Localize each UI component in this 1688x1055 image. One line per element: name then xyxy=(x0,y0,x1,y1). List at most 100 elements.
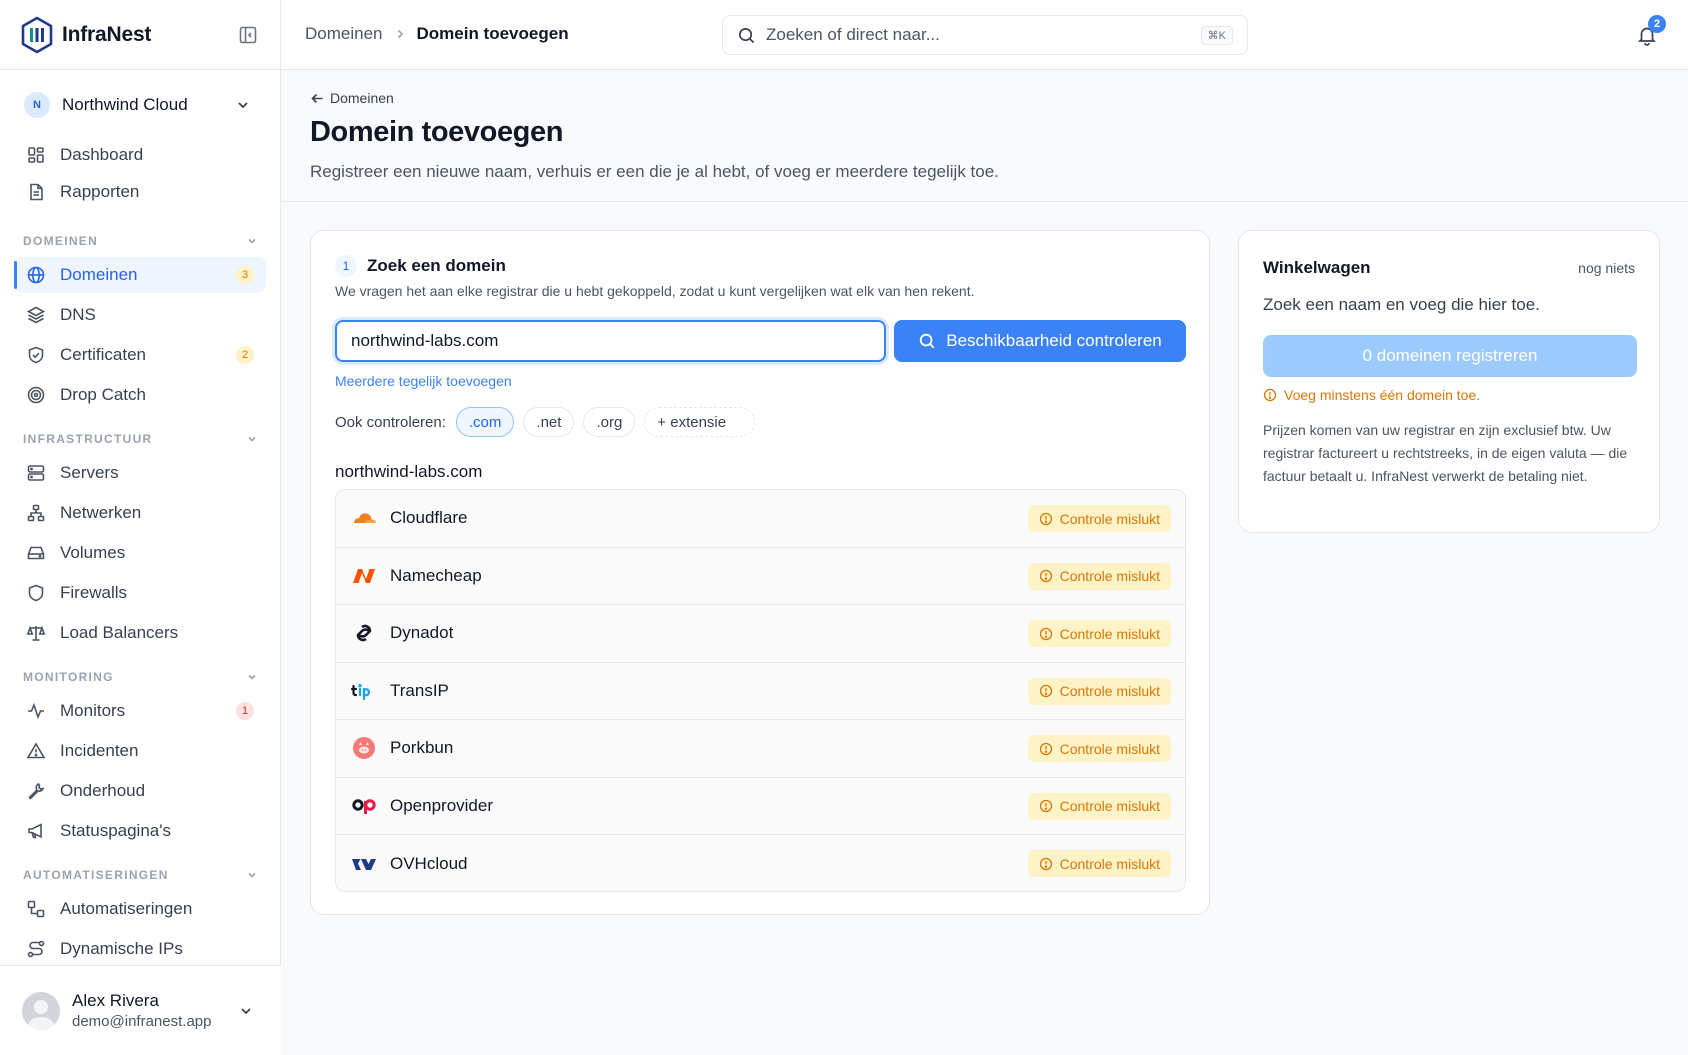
sidebar-collapse-icon[interactable] xyxy=(238,25,258,45)
nav-servers[interactable]: Servers xyxy=(14,455,266,491)
count-badge: 2 xyxy=(236,346,254,364)
nav-certificaten[interactable]: Certificaten 2 xyxy=(14,337,266,373)
shield-check-icon xyxy=(28,346,44,364)
back-link[interactable]: Domeinen xyxy=(310,90,394,106)
check-availability-button[interactable]: Beschikbaarheid controleren xyxy=(894,320,1186,362)
section-monitoring[interactable]: MONITORING xyxy=(23,667,259,687)
dynadot-logo-icon xyxy=(350,619,378,647)
page-title: Domein toevoegen xyxy=(310,116,564,148)
cart-card: Winkelwagen nog niets Zoek een naam en v… xyxy=(1238,230,1660,533)
route-icon xyxy=(27,940,45,958)
register-domains-button[interactable]: 0 domeinen registreren xyxy=(1263,335,1637,377)
nav-dynamische-ips[interactable]: Dynamische IPs xyxy=(14,931,266,967)
user-menu[interactable]: Alex Rivera demo@infranest.app xyxy=(0,965,281,1055)
scale-icon xyxy=(26,625,46,641)
org-switcher[interactable]: N Northwind Cloud xyxy=(0,70,280,140)
step-title: Zoek een domein xyxy=(367,256,506,275)
button-label: Beschikbaarheid controleren xyxy=(946,331,1162,350)
alert-circle-icon xyxy=(1039,627,1052,640)
nav-label: Dynamische IPs xyxy=(60,939,183,958)
section-domeinen[interactable]: DOMEINEN xyxy=(23,231,259,251)
nav-domeinen[interactable]: Domeinen 3 xyxy=(14,257,266,293)
search-input[interactable] xyxy=(766,25,1201,45)
result-domain-title: northwind-labs.com xyxy=(335,462,483,481)
nav-dropcatch[interactable]: Drop Catch xyxy=(14,377,266,413)
nav-monitors[interactable]: Monitors 1 xyxy=(14,693,266,729)
nav-automatiseringen[interactable]: Automatiseringen xyxy=(14,891,266,927)
step-number: 1 xyxy=(335,255,357,277)
nav-label: Volumes xyxy=(60,543,126,562)
nav-onderhoud[interactable]: Onderhoud xyxy=(14,773,266,809)
nav-statuspaginas[interactable]: Statuspagina's xyxy=(14,813,266,849)
registrar-row-namecheap[interactable]: Namecheap Controle mislukt xyxy=(336,548,1185,605)
extension-chip-net[interactable]: .net xyxy=(523,407,575,437)
nav-label: Domeinen xyxy=(60,265,138,284)
chevron-down-icon xyxy=(248,238,256,244)
breadcrumb: Domeinen Domein toevoegen xyxy=(305,24,569,44)
shortcut-hint: ⌘K xyxy=(1200,25,1233,45)
nav-loadbalancers[interactable]: Load Balancers xyxy=(14,615,266,651)
add-multiple-link[interactable]: Meerdere tegelijk toevoegen xyxy=(335,373,512,389)
status-badge: Controle mislukt xyxy=(1027,850,1171,877)
nav-dns[interactable]: DNS xyxy=(14,297,266,333)
avatar xyxy=(22,991,60,1030)
chevron-down-icon xyxy=(248,674,256,680)
page-header: Domeinen Domein toevoegen Registreer een… xyxy=(281,70,1688,202)
registrar-row-dynadot[interactable]: Dynadot Controle mislukt xyxy=(336,605,1185,663)
target-icon xyxy=(27,386,45,404)
chevron-down-icon xyxy=(248,872,256,878)
namecheap-logo-icon xyxy=(350,562,378,590)
alert-circle-icon xyxy=(1039,857,1052,870)
alert-circle-icon xyxy=(1039,569,1052,583)
nav-label: Firewalls xyxy=(60,583,128,602)
global-search[interactable]: ⌘K xyxy=(722,15,1248,55)
nav-netwerken[interactable]: Netwerken xyxy=(14,495,266,531)
registrar-row-ovhcloud[interactable]: OVHcloud Controle mislukt xyxy=(336,835,1185,891)
count-badge: 3 xyxy=(236,266,254,284)
hard-drive-icon xyxy=(27,546,45,560)
nav-dashboard[interactable]: Dashboard xyxy=(14,137,266,173)
count-badge: 1 xyxy=(236,702,254,720)
extension-chip-com[interactable]: .com xyxy=(455,407,515,437)
add-extension-chip[interactable]: + extensie xyxy=(644,407,756,437)
domain-search-card: 1 Zoek een domein We vragen het aan elke… xyxy=(310,230,1210,915)
transip-logo-icon xyxy=(350,677,378,705)
cart-status: nog niets xyxy=(1578,260,1635,276)
chevron-down-icon xyxy=(241,1008,251,1015)
registrar-row-transip[interactable]: TransIP Controle mislukt xyxy=(336,663,1185,720)
nav-firewalls[interactable]: Firewalls xyxy=(14,575,266,611)
breadcrumb-parent[interactable]: Domeinen xyxy=(305,24,383,44)
nav-rapporten[interactable]: Rapporten xyxy=(14,174,266,210)
alert-circle-icon xyxy=(1039,512,1052,525)
org-name: Northwind Cloud xyxy=(62,95,188,114)
section-infrastructuur[interactable]: INFRASTRUCTUUR xyxy=(23,429,259,449)
nav-label: Dashboard xyxy=(60,145,144,164)
chevron-down-icon xyxy=(238,102,248,109)
section-automatiseringen[interactable]: AUTOMATISERINGEN xyxy=(23,865,259,885)
nav-incidenten[interactable]: Incidenten xyxy=(14,733,266,769)
ovhcloud-logo-icon xyxy=(350,850,378,878)
nav-label: Automatiseringen xyxy=(60,899,193,918)
registrar-row-openprovider[interactable]: Openprovider Controle mislukt xyxy=(336,778,1185,835)
brand: InfraNest xyxy=(0,0,280,70)
layers-icon xyxy=(26,306,46,324)
chevron-right-icon xyxy=(397,29,403,39)
extension-chip-org[interactable]: .org xyxy=(583,407,636,437)
nav-label: Drop Catch xyxy=(60,385,146,404)
nav-label: Onderhoud xyxy=(60,781,146,800)
registrar-row-cloudflare[interactable]: Cloudflare Controle mislukt xyxy=(336,490,1185,548)
alert-circle-icon xyxy=(1039,742,1052,755)
org-avatar: N xyxy=(24,92,50,118)
registrar-name: Cloudflare xyxy=(390,508,468,528)
dashboard-icon xyxy=(28,147,44,163)
status-label: Controle mislukt xyxy=(1059,855,1160,872)
domain-search-input[interactable] xyxy=(335,320,886,362)
user-avatar-icon xyxy=(22,991,60,1030)
nav-volumes[interactable]: Volumes xyxy=(14,535,266,571)
step-header: 1 Zoek een domein xyxy=(335,255,506,277)
extensions-label: Ook controleren: xyxy=(335,413,446,431)
registrar-row-porkbun[interactable]: Porkbun Controle mislukt xyxy=(336,720,1185,778)
arrow-left-icon xyxy=(311,93,323,103)
notification-count-badge: 2 xyxy=(1648,15,1666,33)
sidebar: InfraNest N Northwind Cloud Dashboard Ra… xyxy=(0,0,281,1055)
